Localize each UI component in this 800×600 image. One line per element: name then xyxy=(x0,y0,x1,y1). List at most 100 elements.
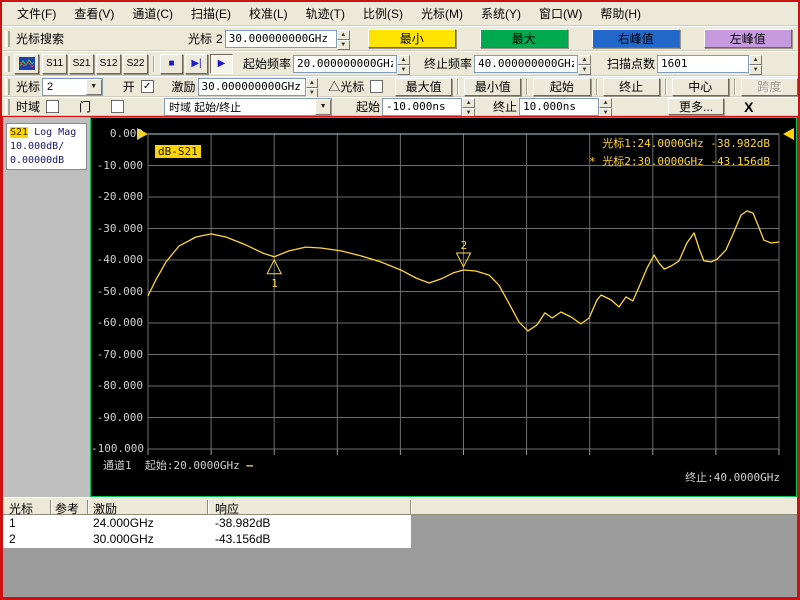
toolbar-separator xyxy=(526,78,529,95)
y-axis-tick-label: -20.000 xyxy=(96,190,143,203)
channel-start-label: 通道1 起始:20.0000GHz — xyxy=(103,457,253,473)
stop-freq-stepper[interactable]: ▲ ▼ xyxy=(578,54,592,75)
gate-checkbox[interactable] xyxy=(111,100,125,113)
menu-window[interactable]: 窗口(W) xyxy=(530,3,591,24)
toolbar-marker: 光标 2 ▼ 开 ✓ 激励 ▲▼ △光标 最大值 最小值 起始 终止 中心 跨度 xyxy=(2,76,798,98)
trace-display-icon-button[interactable] xyxy=(14,53,39,74)
sweep-points-label: 扫描点数 xyxy=(607,57,656,71)
chevron-down-icon[interactable]: ▼ xyxy=(85,78,102,95)
marker-readout-1: 光标1:24.0000GHz -38.982dB xyxy=(602,137,770,150)
marker-table-cell: 24.000GHz xyxy=(93,516,154,530)
marker-to-span-button: 跨度 xyxy=(740,77,798,96)
marker-table-cell: -43.156dB xyxy=(215,532,271,546)
toolbar-separator xyxy=(153,55,155,72)
menu-cal[interactable]: 校准(L) xyxy=(240,3,297,24)
svg-text:2: 2 xyxy=(461,239,468,252)
marker-on-checkbox[interactable]: ✓ xyxy=(140,80,154,93)
y-axis-tick-label: -50.000 xyxy=(96,284,143,298)
toolbar-gripper[interactable] xyxy=(5,30,10,47)
sweep-points-stepper[interactable]: ▲ ▼ xyxy=(749,54,763,75)
marker-to-stop-button[interactable]: 终止 xyxy=(602,77,660,96)
td-start-stepper[interactable]: ▲ ▼ xyxy=(462,97,476,118)
search-max-button[interactable]: 最大 xyxy=(479,29,568,48)
td-stop-input[interactable] xyxy=(519,97,600,116)
gate-label: 门 xyxy=(79,100,92,114)
time-domain-mode-value: 时域 起始/终止 xyxy=(169,101,242,114)
menu-view[interactable]: 查看(V) xyxy=(65,3,123,24)
menu-help[interactable]: 帮助(H) xyxy=(591,3,650,24)
time-domain-mode-select[interactable]: 时域 起始/终止 ▼ xyxy=(164,97,333,116)
sweep-stop-button[interactable]: ■ xyxy=(160,53,183,74)
menu-file[interactable]: 文件(F) xyxy=(8,3,65,24)
column-separator[interactable] xyxy=(87,500,89,514)
menu-bar: 文件(F) 查看(V) 通道(C) 扫描(E) 校准(L) 轨迹(T) 比例(S… xyxy=(2,2,798,26)
column-separator[interactable] xyxy=(207,500,209,514)
menu-channel[interactable]: 通道(C) xyxy=(123,3,182,24)
toolbar-marker-search: 光标搜索 光标 2 ▲▼ 最小 最大 右峰值 左峰值 xyxy=(2,26,798,51)
app-window: 文件(F) 查看(V) 通道(C) 扫描(E) 校准(L) 轨迹(T) 比例(S… xyxy=(0,0,800,600)
marker-freq-stepper[interactable]: ▲ ▼ xyxy=(336,29,350,50)
marker-min-button[interactable]: 最小值 xyxy=(464,77,522,96)
toolbar-gripper[interactable] xyxy=(5,98,10,115)
trace-ref-level: 0.00000dB xyxy=(10,155,65,166)
td-start-input[interactable] xyxy=(382,97,463,116)
td-stop-stepper[interactable]: ▲ ▼ xyxy=(599,97,613,118)
marker-table-cell: 2 xyxy=(9,532,16,546)
marker-table-row: 2 30.000GHz -43.156dB xyxy=(3,531,411,547)
marker-table-panel: 光标 参考 激励 响应 1 24.000GHz -38.982dB 2 30.000GH… xyxy=(3,497,797,597)
client-area: S21 Log Mag 10.000dB/ 0.00000dB 12 0.000… xyxy=(2,116,798,598)
menu-sweep[interactable]: 扫描(E) xyxy=(182,3,240,24)
marker-max-button[interactable]: 最大值 xyxy=(395,77,453,96)
sweep-continuous-button[interactable]: ▶ xyxy=(210,53,233,74)
stimulus-input[interactable] xyxy=(197,77,306,96)
search-min-button[interactable]: 最小 xyxy=(367,29,456,48)
toolbar-separator xyxy=(595,78,598,95)
marker-table-cell: 1 xyxy=(9,516,16,530)
s11-button[interactable]: S11 xyxy=(42,53,67,74)
stimulus-label: 激励 xyxy=(171,80,196,94)
s22-button[interactable]: S22 xyxy=(123,53,148,74)
y-axis-tick-label: -70.000 xyxy=(96,347,143,361)
menu-scale[interactable]: 比例(S) xyxy=(354,3,412,24)
menu-marker[interactable]: 光标(M) xyxy=(412,3,472,24)
toolbar-gripper[interactable] xyxy=(5,55,10,72)
toolbar-time-domain: 时域 门 时域 起始/终止 ▼ 起始 ▲▼ 终止 ▲▼ 更多... X xyxy=(2,97,798,118)
sweep-points-input[interactable] xyxy=(657,54,750,73)
chevron-down-icon[interactable]: ▼ xyxy=(315,98,332,115)
delta-marker-checkbox[interactable] xyxy=(370,80,384,93)
start-freq-input[interactable] xyxy=(293,54,398,73)
s21-button[interactable]: S21 xyxy=(69,53,94,74)
marker-to-center-button[interactable]: 中心 xyxy=(671,77,729,96)
y-axis-tick-label: -80.000 xyxy=(96,379,143,392)
search-peak-right-button[interactable]: 右峰值 xyxy=(591,29,680,48)
marker-freq-input[interactable] xyxy=(224,29,337,48)
column-separator[interactable] xyxy=(50,500,52,514)
marker-select[interactable]: 2 ▼ xyxy=(42,77,103,96)
stimulus-stepper[interactable]: ▲ ▼ xyxy=(305,77,319,98)
toolbar-sweep: S11 S21 S12 S22 ■ ▶| ▶ 起始频率 ▲▼ 终止频率 ▲▼ 扫… xyxy=(2,51,798,76)
toolbar-gripper[interactable] xyxy=(5,78,10,95)
s12-button[interactable]: S12 xyxy=(96,53,121,74)
column-separator[interactable] xyxy=(410,500,412,514)
chart-canvas[interactable]: 12 xyxy=(91,118,796,496)
time-domain-checkbox[interactable] xyxy=(46,100,60,113)
mini-graph-icon xyxy=(18,57,35,70)
svg-text:1: 1 xyxy=(271,277,278,290)
start-freq-label: 起始频率 xyxy=(243,57,292,71)
stop-freq-input[interactable] xyxy=(474,54,579,73)
y-axis-tick-label: -10.000 xyxy=(96,158,143,172)
start-freq-readout: 起始:20.0000GHz xyxy=(144,459,240,472)
stop-freq-label: 终止频率 xyxy=(424,57,473,71)
start-freq-stepper[interactable]: ▲ ▼ xyxy=(397,54,411,75)
y-axis-tick-label: -100.000 xyxy=(91,442,144,455)
menu-trace[interactable]: 轨迹(T) xyxy=(297,3,354,24)
close-toolbar-icon[interactable]: X xyxy=(744,99,753,115)
marker-to-start-button[interactable]: 起始 xyxy=(533,77,591,96)
trace-info-box[interactable]: S21 Log Mag 10.000dB/ 0.00000dB xyxy=(6,123,87,170)
y-axis-tick-label: -30.000 xyxy=(96,221,143,235)
marker-search-marker-number: 2 xyxy=(216,31,223,46)
sweep-single-button[interactable]: ▶| xyxy=(185,53,208,74)
search-peak-left-button[interactable]: 左峰值 xyxy=(703,29,792,48)
menu-system[interactable]: 系统(Y) xyxy=(472,3,530,24)
more-button[interactable]: 更多... xyxy=(668,98,725,115)
